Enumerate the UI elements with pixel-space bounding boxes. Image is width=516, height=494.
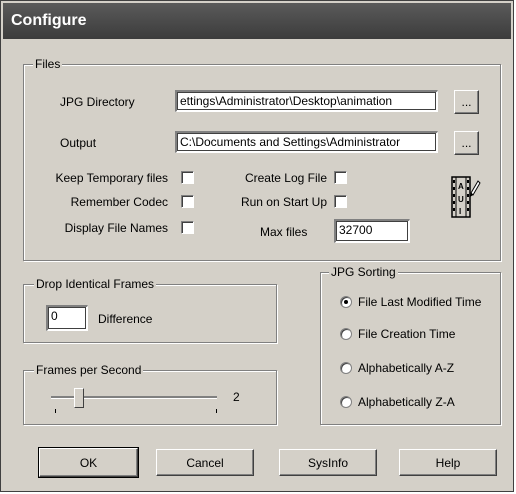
max-files-field[interactable]: 32700 bbox=[334, 219, 410, 243]
keep-temporary-label: Keep Temporary files bbox=[55, 171, 169, 185]
remember-codec-label: Remember Codec bbox=[70, 195, 168, 209]
sort-creation-label: File Creation Time bbox=[358, 327, 456, 341]
files-legend: Files bbox=[33, 57, 63, 71]
sort-modified-label: File Last Modified Time bbox=[358, 295, 482, 309]
svg-text:A: A bbox=[458, 182, 464, 191]
jpg-directory-label: JPG Directory bbox=[60, 95, 135, 109]
run-on-startup-checkbox[interactable] bbox=[334, 195, 347, 208]
sort-za-radio[interactable] bbox=[340, 396, 352, 408]
help-button[interactable]: Help bbox=[399, 449, 497, 476]
display-file-names-checkbox[interactable] bbox=[181, 221, 194, 234]
run-on-startup-label: Run on Start Up bbox=[240, 195, 327, 209]
svg-text:U: U bbox=[458, 195, 464, 204]
fps-value: 2 bbox=[233, 390, 240, 404]
remember-codec-checkbox[interactable] bbox=[181, 195, 194, 208]
difference-field[interactable]: 0 bbox=[46, 305, 88, 331]
configure-dialog: Configure Files JPG Directory ettings\Ad… bbox=[0, 0, 514, 492]
fps-slider-thumb[interactable] bbox=[74, 388, 84, 408]
sort-modified-radio[interactable] bbox=[340, 296, 352, 308]
display-file-names-label: Display File Names bbox=[64, 221, 168, 235]
difference-label: Difference bbox=[98, 312, 153, 326]
sort-az-label: Alphabetically A-Z bbox=[358, 361, 455, 375]
output-browse-button[interactable]: ... bbox=[454, 131, 479, 155]
film-pencil-icon: A U I bbox=[449, 175, 481, 219]
window-title: Configure bbox=[3, 3, 511, 39]
fps-slider-tick-min bbox=[55, 409, 56, 413]
max-files-label: Max files bbox=[260, 225, 308, 239]
output-label: Output bbox=[60, 136, 97, 150]
svg-text:I: I bbox=[459, 207, 461, 216]
jpg-sorting-legend: JPG Sorting bbox=[329, 265, 398, 279]
sysinfo-button[interactable]: SysInfo bbox=[279, 449, 377, 476]
frames-per-second-legend: Frames per Second bbox=[34, 363, 144, 377]
cancel-button[interactable]: Cancel bbox=[156, 449, 254, 476]
output-field[interactable]: C:\Documents and Settings\Administrator bbox=[175, 131, 438, 153]
jpg-directory-field[interactable]: ettings\Administrator\Desktop\animation bbox=[175, 90, 438, 112]
keep-temporary-checkbox[interactable] bbox=[181, 171, 194, 184]
jpg-directory-browse-button[interactable]: ... bbox=[454, 90, 479, 114]
ok-button[interactable]: OK bbox=[38, 447, 139, 478]
sort-za-label: Alphabetically Z-A bbox=[358, 395, 455, 409]
fps-slider-tick-max bbox=[216, 409, 217, 413]
drop-identical-frames-legend: Drop Identical Frames bbox=[34, 277, 157, 291]
sort-creation-radio[interactable] bbox=[340, 328, 352, 340]
create-log-file-checkbox[interactable] bbox=[334, 171, 347, 184]
create-log-file-label: Create Log File bbox=[244, 171, 327, 185]
sort-az-radio[interactable] bbox=[340, 362, 352, 374]
